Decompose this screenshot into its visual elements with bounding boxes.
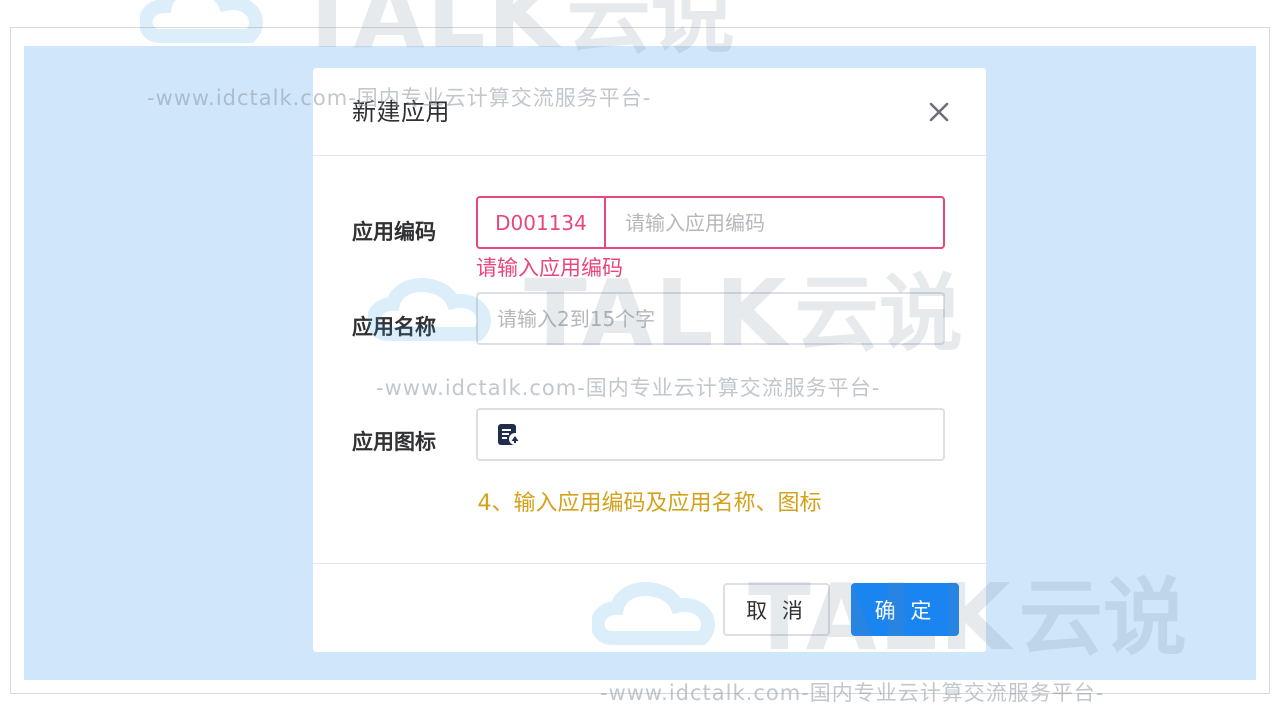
dialog-footer: 取 消 确 定 bbox=[313, 563, 986, 652]
app-code-field: D001134 bbox=[476, 196, 945, 249]
app-name-field bbox=[476, 292, 945, 345]
cancel-button[interactable]: 取 消 bbox=[723, 583, 830, 636]
app-icon-label: 应用图标 bbox=[352, 430, 436, 454]
app-name-input[interactable] bbox=[497, 294, 927, 343]
confirm-button[interactable]: 确 定 bbox=[851, 583, 959, 636]
close-button[interactable] bbox=[921, 94, 957, 130]
dialog-header: 新建应用 bbox=[313, 68, 986, 156]
app-code-input[interactable] bbox=[625, 198, 925, 247]
new-app-dialog: 新建应用 应用编码 D001134 请输入应用编码 应用名称 应用图标 4、输入… bbox=[313, 68, 986, 652]
step-annotation: 4、输入应用编码及应用名称、图标 bbox=[477, 491, 822, 516]
app-code-error: 请输入应用编码 bbox=[476, 256, 623, 280]
app-code-label: 应用编码 bbox=[352, 220, 436, 244]
close-icon bbox=[929, 102, 949, 122]
app-name-label: 应用名称 bbox=[352, 315, 436, 339]
app-icon-field[interactable] bbox=[476, 408, 945, 461]
app-code-prefix: D001134 bbox=[478, 198, 606, 247]
document-edit-icon[interactable] bbox=[496, 422, 522, 448]
dialog-title: 新建应用 bbox=[352, 98, 450, 126]
